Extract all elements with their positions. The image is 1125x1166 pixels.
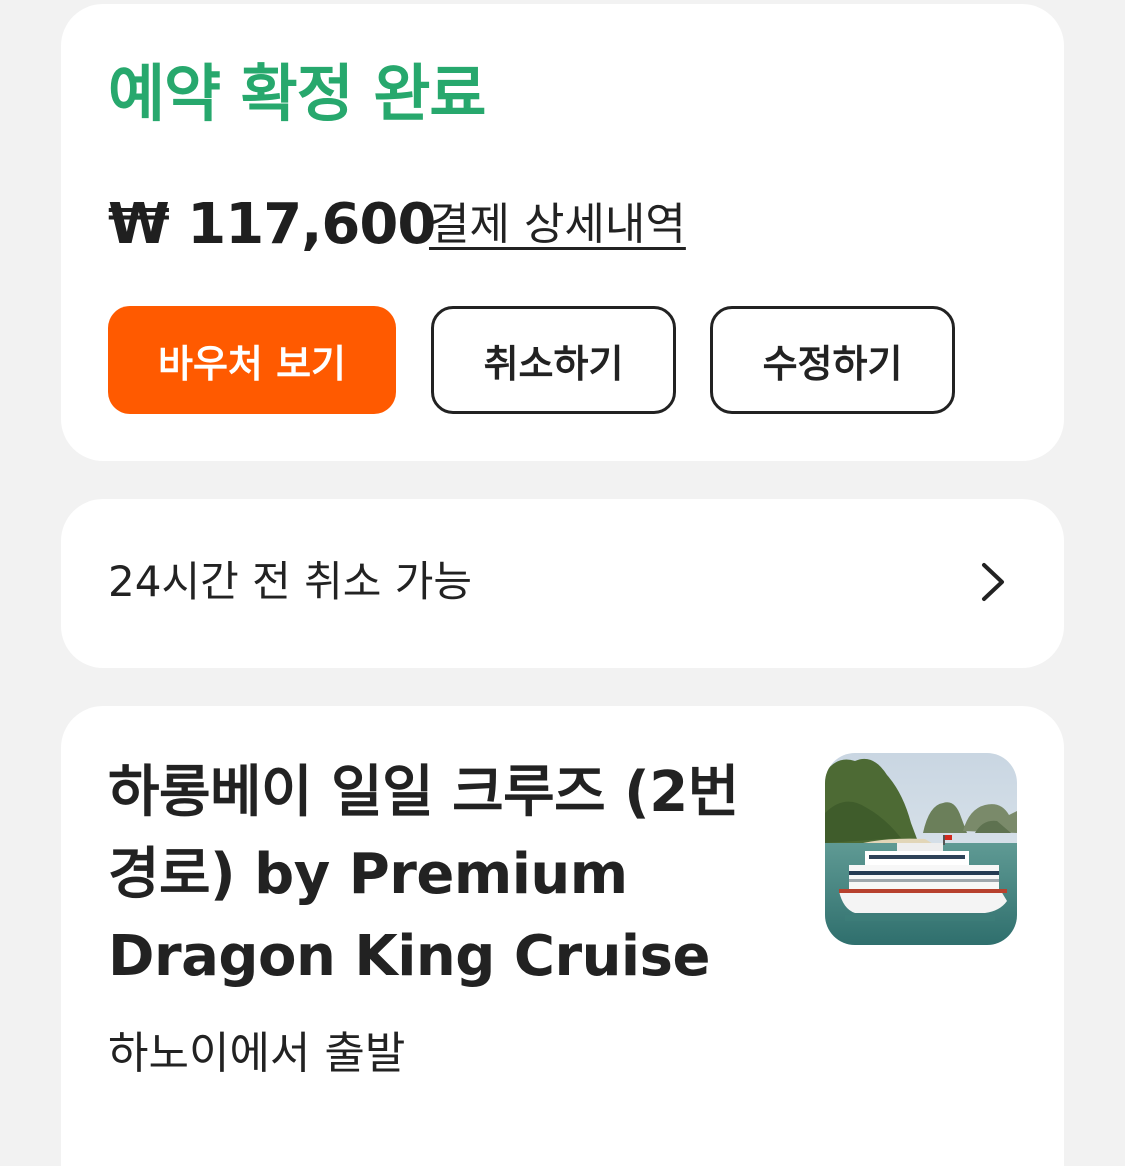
product-thumbnail[interactable] <box>825 753 1017 945</box>
reservation-status-title: 예약 확정 완료 <box>108 57 486 130</box>
departure-location: 하노이에서 출발 <box>108 1028 406 1079</box>
cancellation-policy-row[interactable]: 24시간 전 취소 가능 <box>61 499 1064 668</box>
modify-reservation-button[interactable]: 수정하기 <box>710 306 955 414</box>
total-price: ₩ 117,600 <box>108 192 436 257</box>
chevron-right-icon <box>982 563 1004 601</box>
cruise-boat-image <box>825 753 1017 945</box>
reservation-status-card: 예약 확정 완료 ₩ 117,600 결제 상세내역 바우처 보기 취소하기 수… <box>61 4 1064 461</box>
cancellation-policy-text: 24시간 전 취소 가능 <box>108 557 472 606</box>
cancel-reservation-button[interactable]: 취소하기 <box>431 306 676 414</box>
product-title: 하롱베이 일일 크루즈 (2번 경로) by Premium Dragon Ki… <box>108 760 739 989</box>
view-voucher-button[interactable]: 바우처 보기 <box>108 306 396 414</box>
product-card[interactable]: 하롱베이 일일 크루즈 (2번 경로) by Premium Dragon Ki… <box>61 706 1064 1166</box>
payment-details-link[interactable]: 결제 상세내역 <box>429 196 686 254</box>
